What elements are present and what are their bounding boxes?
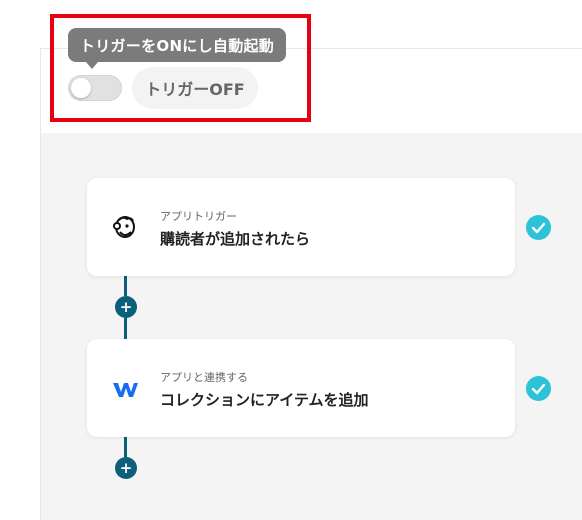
step-card-trigger[interactable]: アプリトリガー 購読者が追加されたら — [87, 178, 515, 276]
completed-check-icon — [526, 215, 551, 240]
add-step-button[interactable]: + — [115, 296, 137, 318]
trigger-tooltip: トリガーをONにし自動起動 — [68, 28, 286, 62]
tooltip-arrow — [86, 62, 98, 69]
step-title: コレクションにアイテムを追加 — [160, 391, 369, 409]
step-subtitle: アプリと連携する — [160, 371, 248, 384]
trigger-toggle[interactable] — [68, 75, 122, 101]
step-card-action[interactable]: アプリと連携する コレクションにアイテムを追加 — [87, 339, 515, 437]
flow-connector — [124, 276, 127, 296]
step-subtitle: アプリトリガー — [160, 210, 237, 223]
step-title: 購読者が追加されたら — [160, 230, 311, 248]
add-step-button[interactable]: + — [115, 457, 137, 479]
completed-check-icon — [526, 376, 551, 401]
trigger-status-label: トリガーOFF — [132, 67, 258, 109]
flow-connector — [124, 437, 127, 457]
webflow-icon — [113, 383, 138, 397]
flow-connector — [124, 318, 127, 340]
mailchimp-icon — [113, 216, 135, 238]
toggle-knob — [71, 78, 91, 98]
